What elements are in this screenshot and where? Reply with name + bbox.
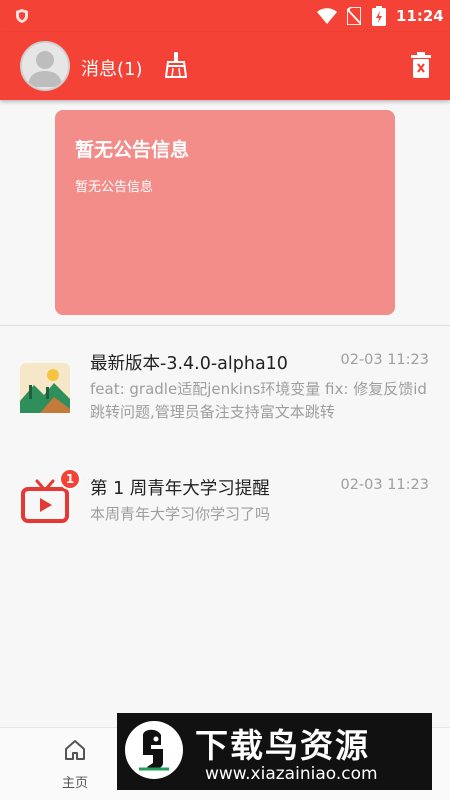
status-bar: 11:24 (0, 0, 450, 32)
app-bar: 消息(1) (0, 32, 450, 100)
announcement-body: 暂无公告信息 (75, 180, 154, 195)
watermark-url: www.xiazainiao.com (205, 764, 378, 784)
shield-icon (16, 9, 28, 23)
nav-item-home[interactable]: 主页 (45, 738, 105, 798)
battery-charging-icon (372, 6, 386, 26)
trash-icon[interactable] (410, 52, 432, 78)
divider (0, 325, 450, 326)
user-silhouette-icon (28, 51, 62, 87)
status-time: 11:24 (396, 7, 444, 25)
message-time: 02-03 11:23 (340, 477, 429, 493)
message-time: 02-03 11:23 (340, 352, 429, 368)
home-icon (65, 740, 85, 760)
message-title: 第 1 周青年大学习提醒 (90, 479, 270, 499)
watermark-title: 下载鸟资源 (195, 726, 370, 765)
no-sim-icon (347, 7, 361, 25)
announcement-title: 暂无公告信息 (75, 139, 190, 161)
nav-label-home: 主页 (61, 776, 88, 791)
message-title: 最新版本-3.4.0-alpha10 (90, 354, 288, 374)
bird-logo-icon (125, 721, 183, 779)
wifi-icon (317, 8, 337, 24)
landscape-thumbnail-icon (20, 363, 70, 413)
unread-badge: 1 (59, 468, 81, 490)
page-title: 消息(1) (81, 59, 143, 80)
avatar[interactable] (20, 41, 70, 91)
announcement-card[interactable]: 暂无公告信息 暂无公告信息 (55, 110, 395, 315)
watermark: 下载鸟资源 www.xiazainiao.com (117, 713, 432, 790)
message-preview: 本周青年大学习你学习了吗 (90, 505, 271, 523)
message-preview: feat: gradle适配jenkins环境变量 fix: 修复反馈id跳转问… (90, 380, 427, 421)
broom-icon[interactable] (165, 52, 187, 78)
message-item[interactable]: 最新版本-3.4.0-alpha10 02-03 11:23 feat: gra… (0, 330, 450, 430)
